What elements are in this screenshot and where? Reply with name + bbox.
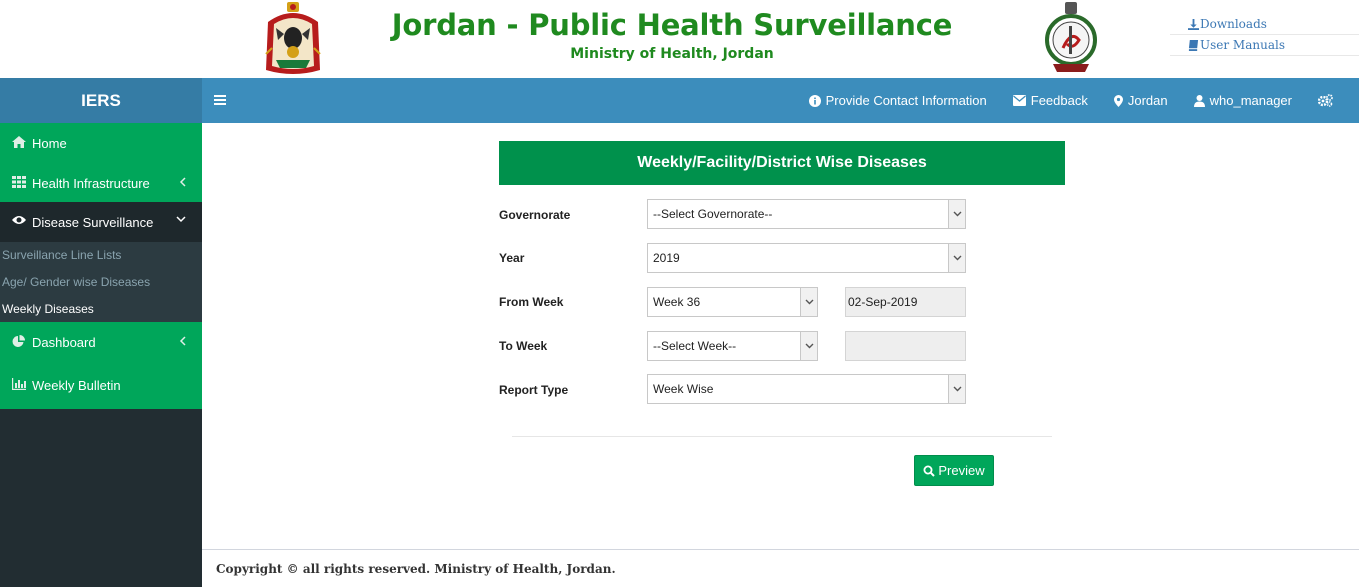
preview-button-label: Preview: [938, 463, 985, 478]
to-week-label: To Week: [499, 339, 548, 353]
year-select[interactable]: 2019: [647, 243, 966, 273]
location-link[interactable]: Jordan: [1101, 78, 1181, 123]
location-label: Jordan: [1127, 93, 1168, 108]
to-week-select[interactable]: --Select Week--: [647, 331, 818, 361]
sidebar-item-label: Health Infrastructure: [32, 175, 150, 191]
sidebar-item-label: Home: [32, 135, 67, 151]
ministry-of-health-emblem-logo: [1043, 0, 1099, 76]
from-week-select-value: Week 36: [653, 295, 701, 309]
book-icon: [1188, 39, 1199, 51]
sidebar-item-label: Dashboard: [32, 334, 96, 350]
governorate-select-value: --Select Governorate--: [653, 207, 773, 221]
year-label: Year: [499, 251, 525, 265]
governorate-label: Governorate: [499, 208, 571, 222]
feedback-label: Feedback: [1030, 93, 1088, 108]
settings-button[interactable]: [1305, 78, 1351, 123]
user-manuals-link[interactable]: User Manuals: [1170, 35, 1359, 56]
jordan-coat-of-arms-logo: [262, 0, 324, 76]
sidebar-toggle-icon[interactable]: [214, 92, 228, 108]
to-week-date-field: [845, 331, 966, 361]
preview-button[interactable]: Preview: [914, 455, 994, 486]
provide-contact-info-link[interactable]: Provide Contact Information: [796, 78, 1000, 123]
from-week-select[interactable]: Week 36: [647, 287, 818, 317]
eye-icon: [12, 215, 26, 229]
year-select-value: 2019: [653, 251, 680, 265]
chevron-down-icon: [176, 216, 186, 223]
main-content: Weekly/Facility/District Wise Diseases G…: [202, 123, 1359, 549]
user-menu[interactable]: who_manager: [1181, 78, 1305, 123]
chevron-down-icon: [800, 332, 817, 360]
downloads-link-label: Downloads: [1200, 17, 1267, 31]
sidebar-item-dashboard[interactable]: Dashboard: [0, 322, 202, 362]
downloads-link[interactable]: Downloads: [1170, 14, 1359, 35]
sidebar-item-disease-surveillance[interactable]: Disease Surveillance: [0, 202, 202, 242]
site-title: Jordan - Public Health Surveillance: [391, 8, 953, 42]
sidebar-item-label: Weekly Bulletin: [32, 377, 121, 393]
governorate-select[interactable]: --Select Governorate--: [647, 199, 966, 229]
sidebar-item-weekly-bulletin[interactable]: Weekly Bulletin: [0, 361, 202, 409]
report-type-label: Report Type: [499, 383, 569, 397]
sidebar: Home Health Infrastructure Disease Surve…: [0, 123, 202, 587]
gears-icon: [1318, 94, 1333, 107]
from-week-date-field: 02-Sep-2019: [845, 287, 966, 317]
envelope-icon: [1012, 95, 1026, 106]
info-icon: [808, 94, 821, 107]
grid-icon: [12, 176, 26, 190]
home-icon: [12, 136, 26, 150]
download-icon: [1188, 18, 1199, 30]
submenu-item-surveillance-line-lists[interactable]: Surveillance Line Lists: [0, 242, 202, 269]
footer: Copyright © all rights reserved. Ministr…: [202, 549, 1359, 587]
sidebar-item-home[interactable]: Home: [0, 123, 202, 163]
user-name: who_manager: [1209, 93, 1292, 108]
chevron-left-icon: [179, 336, 186, 346]
submenu-item-weekly-diseases[interactable]: Weekly Diseases: [0, 296, 202, 323]
search-icon: [923, 465, 936, 477]
sidebar-item-label: Disease Surveillance: [32, 214, 154, 230]
to-week-select-value: --Select Week--: [653, 339, 737, 353]
form-title: Weekly/Facility/District Wise Diseases: [499, 141, 1065, 185]
navbar-right: Provide Contact Information Feedback Jor…: [796, 78, 1351, 123]
report-type-select[interactable]: Week Wise: [647, 374, 966, 404]
chevron-left-icon: [179, 177, 186, 187]
from-week-label: From Week: [499, 295, 564, 309]
form-divider: [512, 436, 1052, 437]
app-brand[interactable]: IERS: [0, 78, 202, 123]
provide-contact-info-label: Provide Contact Information: [825, 93, 987, 108]
disease-surveillance-submenu: Surveillance Line Lists Age/ Gender wise…: [0, 242, 202, 323]
submenu-item-age-gender-diseases[interactable]: Age/ Gender wise Diseases: [0, 269, 202, 296]
chevron-down-icon: [948, 375, 965, 403]
copyright-text: Copyright © all rights reserved. Ministr…: [216, 561, 616, 576]
site-subtitle: Ministry of Health, Jordan: [570, 46, 774, 62]
top-navbar: Provide Contact Information Feedback Jor…: [202, 78, 1359, 123]
chevron-down-icon: [800, 288, 817, 316]
banner-links: Downloads User Manuals: [1170, 14, 1359, 56]
pie-chart-icon: [12, 335, 26, 349]
chevron-down-icon: [948, 244, 965, 272]
feedback-link[interactable]: Feedback: [1000, 78, 1101, 123]
sidebar-item-health-infrastructure[interactable]: Health Infrastructure: [0, 163, 202, 203]
chevron-down-icon: [948, 200, 965, 228]
map-marker-icon: [1113, 94, 1123, 107]
report-type-select-value: Week Wise: [653, 382, 714, 396]
user-manuals-link-label: User Manuals: [1200, 38, 1285, 52]
header-banner: Jordan - Public Health Surveillance Mini…: [0, 0, 1359, 78]
bar-chart-icon: [12, 378, 26, 392]
user-icon: [1193, 94, 1205, 107]
